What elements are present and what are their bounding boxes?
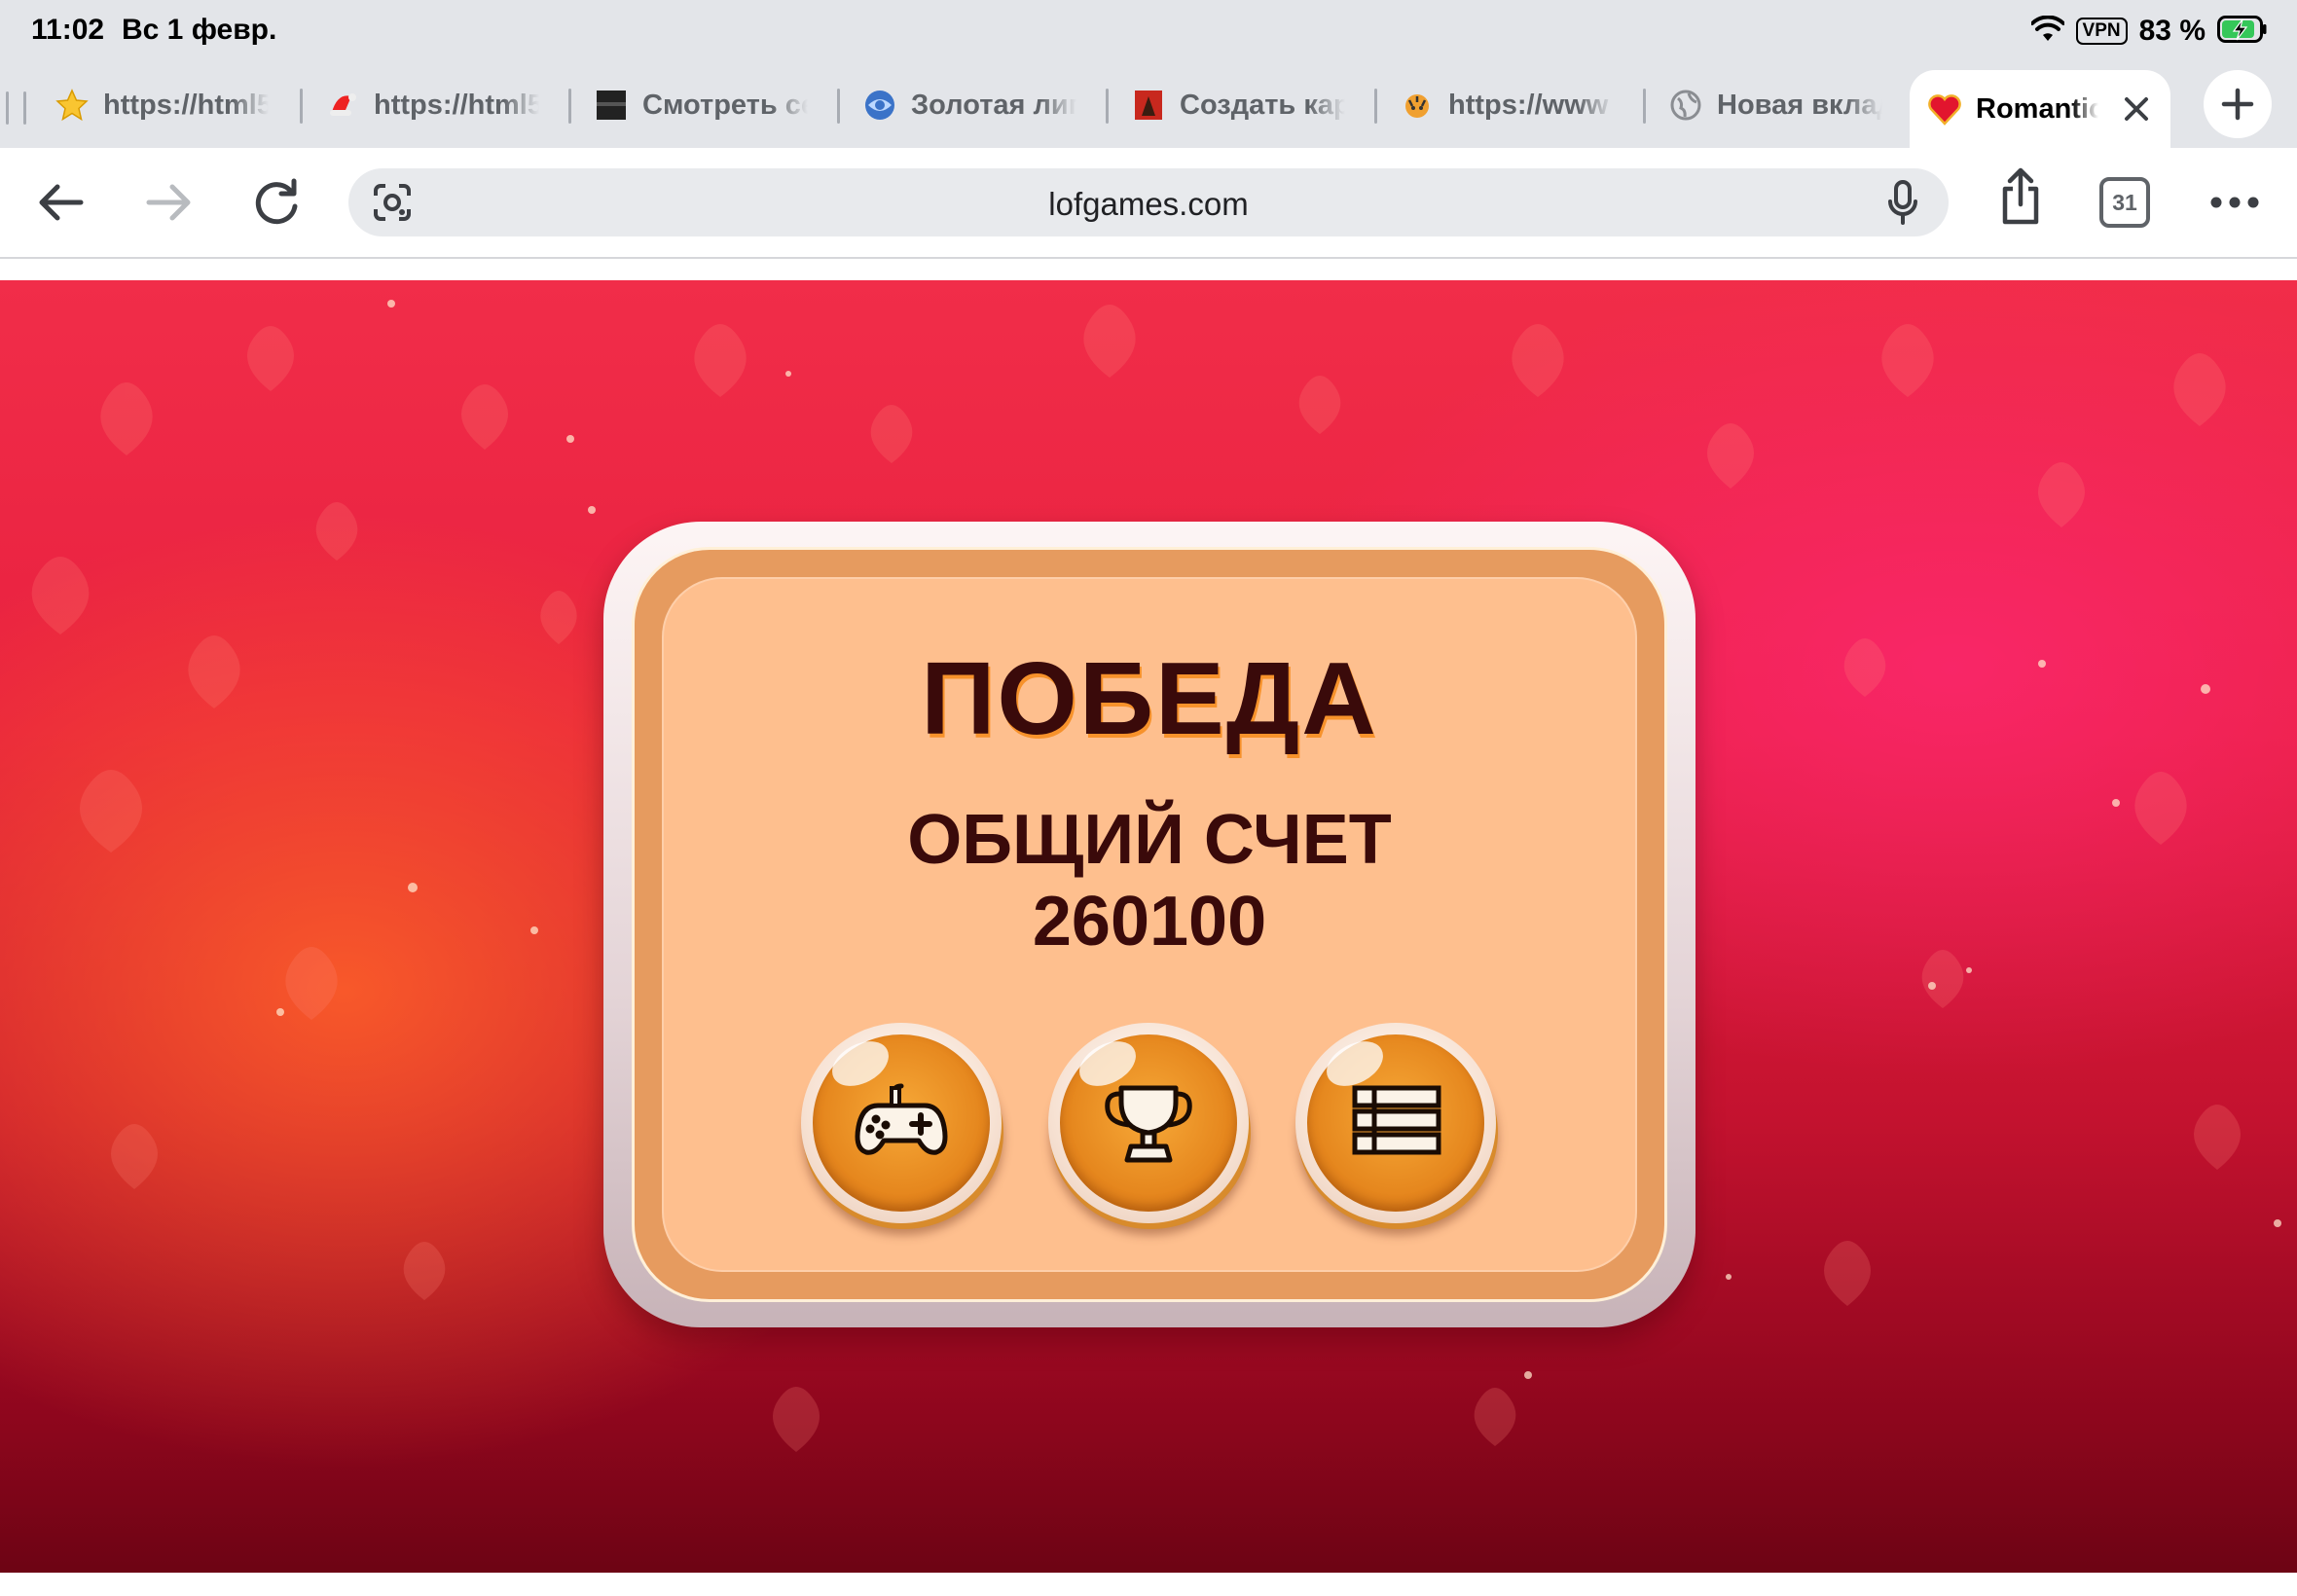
tab-separator (568, 89, 571, 124)
total-score-label: ОБЩИЙ СЧЕТ (907, 801, 1392, 879)
more-menu-button[interactable] (2204, 171, 2266, 234)
tab-title: Новая вкладка (1717, 89, 1882, 121)
tab-html5-1[interactable]: https://html5 (55, 74, 284, 136)
tab-separator (300, 89, 303, 124)
dialog-border: ПОБЕДА ОБЩИЙ СЧЕТ 260100 (632, 547, 1667, 1302)
arrow-left-icon (39, 184, 84, 221)
tab-title: Romantic (1976, 92, 2098, 125)
menu-button[interactable] (1295, 1023, 1500, 1229)
tab-title: Смотреть сериал (642, 89, 808, 121)
tab-smotret[interactable]: Смотреть сериал (594, 74, 823, 136)
reload-button[interactable] (245, 171, 308, 234)
santa-hat-favicon-icon (325, 88, 360, 123)
page-bottom-strip (0, 1573, 2297, 1596)
tab-separator (1374, 89, 1377, 124)
tab-title: Создать карту (1180, 89, 1345, 121)
arrow-right-icon (146, 184, 191, 221)
tab-separator (1643, 89, 1646, 124)
back-button[interactable] (29, 171, 91, 234)
tab-title: Золотая лига (911, 89, 1076, 121)
blue-globe-favicon-icon (862, 88, 897, 123)
url-text: lofgames.com (1048, 186, 1249, 222)
star-favicon-icon (55, 88, 90, 123)
tab-romantic-active[interactable]: Romantic (1910, 70, 2170, 148)
leaderboard-button[interactable] (1048, 1023, 1253, 1229)
reload-icon (255, 178, 298, 225)
plus-icon (2221, 88, 2254, 121)
tab-separator (1106, 89, 1109, 124)
heart-favicon-icon (1927, 91, 1962, 127)
share-icon (2002, 167, 2039, 225)
status-bar: 11:02 Вс 1 февр. VPN 83 % (0, 0, 2297, 64)
total-score-value: 260100 (1032, 883, 1267, 961)
dialog-panel: ПОБЕДА ОБЩИЙ СЧЕТ 260100 (662, 577, 1637, 1272)
address-bar[interactable]: lofgames.com (348, 168, 1949, 236)
new-tab-button[interactable] (2204, 70, 2272, 138)
tab-overflow-edge (6, 91, 27, 125)
gamepad-icon (855, 1083, 948, 1155)
tab-switcher-button[interactable]: 31 (2099, 177, 2150, 228)
status-date: Вс 1 февр. (122, 14, 277, 46)
tab-title: https://html5 (103, 89, 269, 121)
tab-zolotaya-liga[interactable]: Золотая лига (862, 74, 1092, 136)
game-canvas[interactable]: ПОБЕДА ОБЩИЙ СЧЕТ 260100 (0, 280, 2297, 1573)
tab-title: https://html5 (374, 89, 539, 121)
close-tab-icon[interactable] (2116, 89, 2157, 129)
tiger-favicon-icon (1400, 88, 1435, 123)
more-dots-icon (2210, 197, 2259, 208)
globe-favicon-icon (1668, 88, 1703, 123)
tab-sozdat-kartu[interactable]: Создать карту (1131, 74, 1361, 136)
tab-https-www[interactable]: https://www (1400, 74, 1629, 136)
vpn-badge: VPN (2075, 18, 2128, 45)
status-indicators: VPN 83 % (2029, 14, 2268, 49)
victory-title: ПОБЕДА (921, 641, 1378, 756)
play-again-button[interactable] (801, 1023, 1005, 1229)
page-top-strip (0, 259, 2297, 280)
tab-new-tab[interactable]: Новая вкладка (1668, 74, 1898, 136)
victory-dialog: ПОБЕДА ОБЩИЙ СЧЕТ 260100 (603, 522, 1695, 1327)
wifi-icon (2029, 15, 2065, 48)
tab-title: https://www (1448, 89, 1609, 121)
battery-percent: 83 % (2138, 15, 2206, 47)
microphone-icon[interactable] (1878, 178, 1927, 227)
dark-square-favicon-icon (594, 88, 629, 123)
trophy-icon (1105, 1085, 1192, 1163)
tab-strip: https://html5 https://html5 Смотреть сер… (0, 64, 2297, 148)
status-time: 11:02 (31, 14, 105, 46)
red-poster-favicon-icon (1131, 88, 1166, 123)
tab-separator (837, 89, 840, 124)
forward-button[interactable] (138, 171, 201, 234)
browser-toolbar: lofgames.com 31 (0, 148, 2297, 257)
tab-html5-2[interactable]: https://html5 (325, 74, 555, 136)
menu-list-icon (1352, 1085, 1441, 1155)
share-button[interactable] (1989, 165, 2052, 228)
battery-charging-icon (2217, 15, 2268, 48)
